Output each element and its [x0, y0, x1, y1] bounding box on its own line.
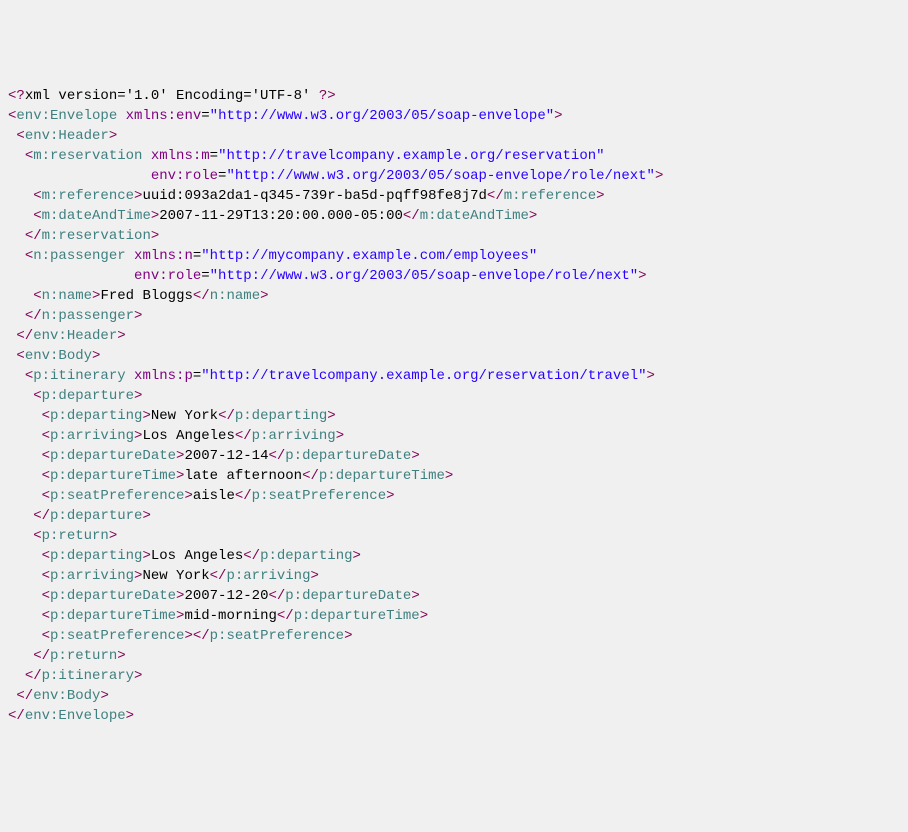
text-departing: New York: [151, 408, 218, 424]
text-reference: uuid:093a2da1-q345-739r-ba5d-pqff98fe8j7…: [142, 188, 486, 204]
tag-body-open: env:Body: [25, 348, 92, 364]
tag-ret-arriving-open: p:arriving: [50, 568, 134, 584]
attr-name: xmlns:p: [134, 368, 193, 384]
attr-name: env:role: [134, 268, 201, 284]
tag-ret-departuretime-open: p:departureTime: [50, 608, 176, 624]
tag-ret-seatpreference-close: p:seatPreference: [210, 628, 344, 644]
text-ret-departuretime: mid-morning: [184, 608, 276, 624]
tag-departure-open: p:departure: [42, 388, 134, 404]
text-ret-arriving: New York: [142, 568, 209, 584]
tag-return-open: p:return: [42, 528, 109, 544]
tag-ret-arriving-close: p:arriving: [226, 568, 310, 584]
tag-passenger-open: n:passenger: [33, 248, 125, 264]
tag-return-close: p:return: [50, 648, 117, 664]
tag-envelope-close: env:Envelope: [25, 708, 126, 724]
tag-ret-departing-close: p:departing: [260, 548, 352, 564]
tag-itinerary-close: p:itinerary: [42, 668, 134, 684]
text-arriving: Los Angeles: [142, 428, 234, 444]
tag-dateandtime-open: m:dateAndTime: [42, 208, 151, 224]
text-seatpreference: aisle: [193, 488, 235, 504]
tag-body-close: env:Body: [33, 688, 100, 704]
tag-arriving-close: p:arriving: [252, 428, 336, 444]
attr-name: env:role: [151, 168, 218, 184]
tag-departure-close: p:departure: [50, 508, 142, 524]
attr-name: xmlns:m: [151, 148, 210, 164]
tag-ret-departuretime-close: p:departureTime: [294, 608, 420, 624]
tag-itinerary-open: p:itinerary: [33, 368, 125, 384]
xml-code-block: <?xml version='1.0' Encoding='UTF-8' ?> …: [8, 86, 900, 726]
tag-reference-close: m:reference: [504, 188, 596, 204]
tag-header-close: env:Header: [33, 328, 117, 344]
text-name: Fred Bloggs: [100, 288, 192, 304]
pi-open: <?: [8, 88, 25, 104]
tag-departuredate-open: p:departureDate: [50, 448, 176, 464]
tag-departuretime-close: p:departureTime: [319, 468, 445, 484]
tag-reservation-open: m:reservation: [33, 148, 142, 164]
tag-name-close: n:name: [210, 288, 260, 304]
tag-ret-departuredate-close: p:departureDate: [285, 588, 411, 604]
attr-value: "http://travelcompany.example.org/reserv…: [201, 368, 646, 384]
text-departuredate: 2007-12-14: [184, 448, 268, 464]
tag-envelope-open: env:Envelope: [16, 108, 117, 124]
tag-ret-departing-open: p:departing: [50, 548, 142, 564]
attr-value: "http://travelcompany.example.org/reserv…: [218, 148, 604, 164]
tag-header-open: env:Header: [25, 128, 109, 144]
text-dateandtime: 2007-11-29T13:20:00.000-05:00: [159, 208, 403, 224]
tag-ret-departuredate-open: p:departureDate: [50, 588, 176, 604]
tag-seatpreference-close: p:seatPreference: [252, 488, 386, 504]
tag-arriving-open: p:arriving: [50, 428, 134, 444]
attr-value: "http://www.w3.org/2003/05/soap-envelope…: [226, 168, 654, 184]
attr-name: xmlns:n: [134, 248, 193, 264]
attr-value: "http://mycompany.example.com/employees": [201, 248, 537, 264]
tag-ret-seatpreference-open: p:seatPreference: [50, 628, 184, 644]
tag-reservation-close: m:reservation: [42, 228, 151, 244]
tag-reference-open: m:reference: [42, 188, 134, 204]
attr-name: xmlns:env: [126, 108, 202, 124]
tag-passenger-close: n:passenger: [42, 308, 134, 324]
attr-value: "http://www.w3.org/2003/05/soap-envelope…: [210, 108, 554, 124]
attr-value: "http://www.w3.org/2003/05/soap-envelope…: [210, 268, 638, 284]
text-ret-departuredate: 2007-12-20: [184, 588, 268, 604]
tag-departing-close: p:departing: [235, 408, 327, 424]
tag-departing-open: p:departing: [50, 408, 142, 424]
tag-name-open: n:name: [42, 288, 92, 304]
text-departuretime: late afternoon: [184, 468, 302, 484]
xml-decl: xml version='1.0' Encoding='UTF-8': [25, 88, 319, 104]
text-ret-departing: Los Angeles: [151, 548, 243, 564]
pi-close: ?>: [319, 88, 336, 104]
tag-seatpreference-open: p:seatPreference: [50, 488, 184, 504]
tag-departuretime-open: p:departureTime: [50, 468, 176, 484]
tag-dateandtime-close: m:dateAndTime: [420, 208, 529, 224]
tag-departuredate-close: p:departureDate: [285, 448, 411, 464]
